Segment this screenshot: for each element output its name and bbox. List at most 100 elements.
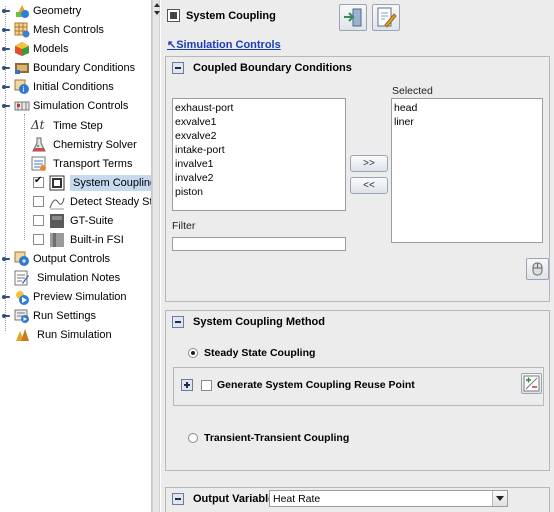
- option-label: Transient-Transient Coupling: [204, 432, 350, 444]
- section-header: Coupled Boundary Conditions: [166, 57, 549, 79]
- expand-collapse-icon[interactable]: [2, 44, 12, 54]
- chemistry-solver-icon: [31, 137, 47, 153]
- expand-collapse-icon[interactable]: [2, 254, 12, 264]
- tree-item-geometry[interactable]: Geometry: [2, 1, 81, 20]
- collapse-section-button[interactable]: [172, 493, 184, 505]
- filter-input[interactable]: [172, 237, 346, 251]
- tree-item-boundary-conditions[interactable]: Boundary Conditions: [2, 58, 135, 77]
- generate-reuse-point-checkbox[interactable]: [201, 379, 212, 391]
- run-settings-icon: [14, 308, 30, 324]
- tree-item-simulation-notes[interactable]: Simulation Notes: [14, 268, 120, 287]
- list-item[interactable]: invalve1: [173, 157, 345, 171]
- chevron-down-icon[interactable]: [492, 491, 507, 506]
- selected-boundaries-list[interactable]: head liner: [391, 98, 543, 243]
- panel-splitter[interactable]: [152, 0, 160, 512]
- detect-steady-state-checkbox[interactable]: [33, 196, 44, 207]
- list-item[interactable]: head: [392, 101, 542, 115]
- steady-state-coupling-option[interactable]: Steady State Coupling: [188, 347, 315, 359]
- system-coupling-checkbox[interactable]: [33, 175, 44, 188]
- reuse-point-settings-button[interactable]: [521, 373, 542, 394]
- collapse-section-button[interactable]: [172, 62, 184, 74]
- coupled-boundary-conditions-section: Coupled Boundary Conditions exhaust-port…: [165, 56, 550, 302]
- generate-reuse-point-option[interactable]: Generate System Coupling Reuse Point: [181, 379, 415, 391]
- tree-item-system-coupling[interactable]: System Coupling: [33, 173, 151, 192]
- expand-collapse-icon[interactable]: [2, 6, 12, 16]
- list-item[interactable]: exvalve2: [173, 129, 345, 143]
- expand-collapse-icon[interactable]: [2, 101, 12, 111]
- simulation-notes-icon: [14, 270, 30, 286]
- tree-item-chemistry-solver[interactable]: Chemistry Solver: [31, 135, 137, 154]
- list-item[interactable]: invalve2: [173, 171, 345, 185]
- gt-suite-checkbox[interactable]: [33, 215, 44, 226]
- output-controls-icon: [14, 251, 30, 267]
- expand-section-button[interactable]: [181, 379, 193, 391]
- transient-transient-radio[interactable]: [188, 433, 198, 443]
- collapse-left-arrow-icon[interactable]: [154, 3, 160, 7]
- mouse-selection-button[interactable]: [526, 258, 549, 280]
- list-item[interactable]: intake-port: [173, 143, 345, 157]
- tree-item-run-settings[interactable]: Run Settings: [2, 306, 96, 325]
- transient-transient-coupling-option[interactable]: Transient-Transient Coupling: [188, 432, 349, 444]
- section-title: System Coupling Method: [193, 316, 325, 328]
- tree-item-label: Chemistry Solver: [53, 138, 137, 151]
- tree-item-output-controls[interactable]: Output Controls: [2, 249, 110, 268]
- mouse-icon: [532, 262, 543, 276]
- tree-item-built-in-fsi[interactable]: Built-in FSI: [33, 230, 124, 249]
- expand-collapse-icon[interactable]: [2, 292, 12, 302]
- add-to-selected-button[interactable]: >>: [350, 155, 388, 172]
- tree-item-label: Initial Conditions: [33, 80, 114, 93]
- remove-from-selected-button[interactable]: <<: [350, 177, 388, 194]
- tree-item-mesh-controls[interactable]: Mesh Controls: [2, 20, 104, 39]
- list-item[interactable]: exvalve1: [173, 115, 345, 129]
- output-variables-section: Output Variables Heat Rate: [165, 487, 550, 512]
- tree-item-label: Boundary Conditions: [33, 61, 136, 74]
- expand-collapse-icon[interactable]: [2, 82, 12, 92]
- breadcrumb-arrow-icon: ↖: [167, 39, 177, 51]
- edit-document-icon: [377, 7, 397, 28]
- edit-document-button[interactable]: [372, 4, 400, 31]
- tree-item-models[interactable]: Models: [2, 39, 68, 58]
- tree-item-label: GT-Suite: [70, 214, 114, 227]
- tree-item-time-step[interactable]: Δt Time Step: [31, 116, 103, 135]
- panel-header: System Coupling: [167, 9, 276, 22]
- list-item[interactable]: piston: [173, 185, 345, 199]
- transport-terms-icon: [31, 156, 47, 172]
- gt-suite-icon: [49, 213, 65, 229]
- section-title: Coupled Boundary Conditions: [193, 62, 352, 74]
- option-label: Steady State Coupling: [204, 347, 316, 359]
- breadcrumb-link-simulation-controls[interactable]: ↖Simulation Controls: [167, 38, 281, 51]
- steady-state-radio[interactable]: [188, 348, 198, 358]
- selected-label: Selected: [392, 85, 433, 97]
- tree-item-preview-simulation[interactable]: Preview Simulation: [2, 287, 127, 306]
- tree-item-label: Geometry: [33, 4, 82, 17]
- tree-item-label: Time Step: [53, 119, 103, 132]
- system-coupling-panel: System Coupling ↖Simulation Controls Cou…: [161, 0, 554, 512]
- tree-item-run-simulation[interactable]: Run Simulation: [14, 325, 112, 344]
- tree-item-label: Preview Simulation: [33, 290, 127, 303]
- tree-item-transport-terms[interactable]: Transport Terms: [31, 154, 132, 173]
- tree-item-initial-conditions[interactable]: i Initial Conditions: [2, 77, 114, 96]
- list-item[interactable]: exhaust-port: [173, 101, 345, 115]
- expand-collapse-icon[interactable]: [2, 63, 12, 73]
- time-step-icon: Δt: [31, 118, 49, 134]
- list-item[interactable]: liner: [392, 115, 542, 129]
- tree-item-gt-suite[interactable]: GT-Suite: [33, 211, 113, 230]
- geometry-icon: [14, 3, 30, 19]
- tree-item-label: System Coupling: [70, 174, 151, 191]
- exit-panel-icon: [344, 8, 362, 27]
- time-step-glyph: Δt: [31, 117, 45, 132]
- collapse-right-arrow-icon[interactable]: [154, 11, 160, 15]
- available-boundaries-list[interactable]: exhaust-port exvalve1 exvalve2 intake-po…: [172, 98, 346, 211]
- built-in-fsi-checkbox[interactable]: [33, 234, 44, 245]
- filter-label: Filter: [172, 220, 196, 232]
- expand-collapse-icon[interactable]: [2, 311, 12, 321]
- tree-item-simulation-controls[interactable]: Simulation Controls: [2, 96, 128, 115]
- tree-item-label: Mesh Controls: [33, 23, 104, 36]
- collapse-section-button[interactable]: [172, 316, 184, 328]
- tree-item-label: Transport Terms: [53, 157, 133, 170]
- exit-panel-button[interactable]: [339, 4, 367, 31]
- tree-item-label: Simulation Controls: [33, 99, 129, 112]
- expand-collapse-icon[interactable]: [2, 25, 12, 35]
- tree-item-detect-steady-state[interactable]: Detect Steady State: [33, 192, 151, 211]
- output-variables-dropdown[interactable]: Heat Rate: [269, 490, 508, 507]
